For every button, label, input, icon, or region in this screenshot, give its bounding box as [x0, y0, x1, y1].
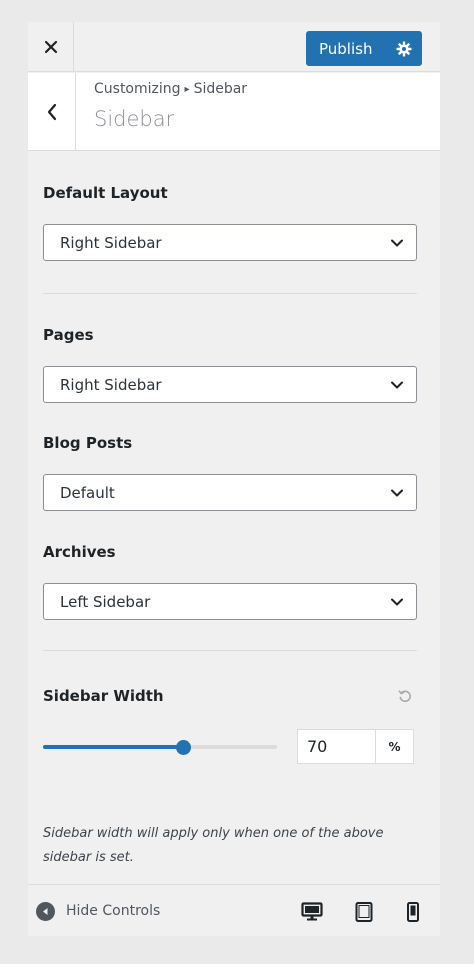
hide-controls-label: Hide Controls [66, 903, 161, 919]
pages-value: Right Sidebar [60, 375, 162, 394]
preview-tablet-button[interactable] [353, 901, 375, 923]
tablet-icon [355, 902, 373, 922]
collapse-icon [36, 901, 55, 921]
sidebar-width-label: Sidebar Width [43, 687, 164, 705]
customizer-header: Publish [28, 22, 440, 72]
slider-fill [43, 745, 184, 749]
customizer-footer: Hide Controls [28, 884, 440, 936]
blog-posts-value: Default [60, 483, 115, 502]
archives-label: Archives [43, 543, 116, 561]
publish-settings-button[interactable] [387, 32, 421, 65]
desktop-icon [301, 902, 323, 921]
mobile-icon [407, 902, 419, 922]
archives-value: Left Sidebar [60, 592, 151, 611]
close-button[interactable] [28, 22, 74, 72]
pages-label: Pages [43, 326, 94, 344]
preview-desktop-button[interactable] [301, 901, 323, 923]
pages-select[interactable]: Right Sidebar [43, 366, 417, 403]
blog-posts-select[interactable]: Default [43, 474, 417, 511]
hide-controls-button[interactable]: Hide Controls [36, 885, 160, 936]
sidebar-width-slider[interactable] [43, 739, 277, 755]
unit-label: % [388, 739, 401, 754]
divider [43, 293, 417, 294]
archives-select[interactable]: Left Sidebar [43, 583, 417, 620]
section-title: Sidebar [94, 107, 175, 131]
breadcrumb-root: Customizing [94, 81, 181, 97]
publish-label: Publish [319, 39, 373, 58]
default-layout-label: Default Layout [43, 184, 168, 202]
breadcrumb-separator-icon: ▸ [184, 84, 190, 95]
section-header: Customizing ▸ Sidebar Sidebar [28, 73, 440, 151]
default-layout-value: Right Sidebar [60, 233, 162, 252]
close-icon [44, 40, 57, 54]
slider-handle[interactable] [175, 739, 191, 755]
preview-mobile-button[interactable] [402, 901, 424, 923]
gear-icon [396, 41, 412, 56]
breadcrumb: Customizing ▸ Sidebar [94, 81, 247, 97]
reset-icon[interactable] [397, 688, 413, 704]
sidebar-width-number: % [297, 729, 414, 764]
chevron-down-icon [391, 239, 403, 247]
divider [43, 650, 417, 651]
customizer-panel: Publish Customizing ▸ Sidebar Sidebar De… [28, 22, 440, 936]
publish-button[interactable]: Publish [306, 31, 422, 66]
chevron-left-icon [47, 103, 56, 121]
back-button[interactable] [28, 73, 76, 151]
default-layout-select[interactable]: Right Sidebar [43, 224, 417, 261]
sidebar-width-description: Sidebar width will apply only when one o… [43, 826, 384, 865]
breadcrumb-current: Sidebar [193, 81, 248, 97]
chevron-down-icon [391, 489, 403, 497]
sidebar-width-input[interactable] [298, 730, 376, 763]
chevron-down-icon [391, 381, 403, 389]
chevron-down-icon [391, 598, 403, 606]
blog-posts-label: Blog Posts [43, 434, 133, 452]
